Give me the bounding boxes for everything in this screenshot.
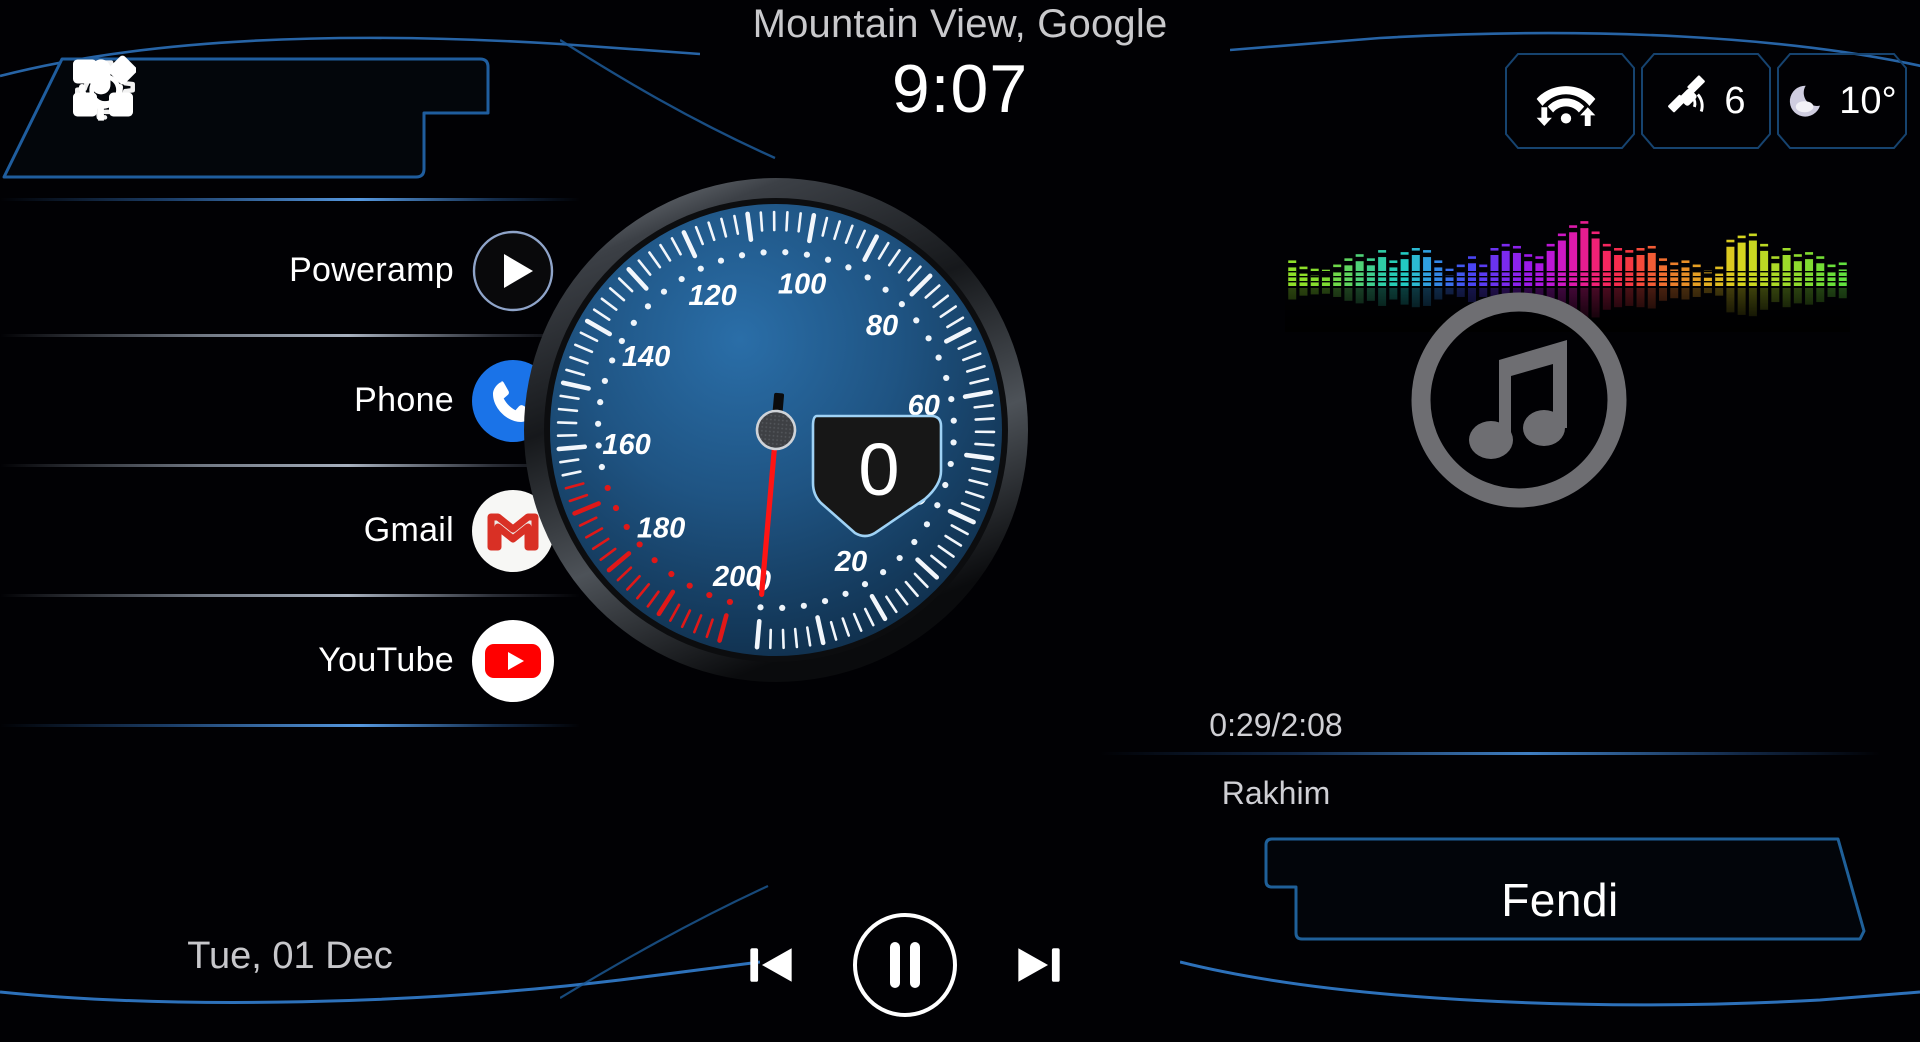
- app-label: Gmail: [363, 511, 454, 549]
- track-time-label: 0:29/2:08: [1209, 707, 1343, 743]
- app-label: YouTube: [318, 641, 454, 679]
- location-label: Mountain View, Google: [752, 2, 1168, 46]
- infotainment-screen: Mountain View, Google 9:07 6 10° Poweram…: [0, 0, 1920, 1042]
- track-artist-label: Rakhim: [1221, 775, 1331, 811]
- date-label: Tue, 01 Dec: [187, 935, 393, 977]
- album-art-placeholder[interactable]: [1407, 288, 1632, 513]
- svg-text:140: 140: [622, 341, 670, 373]
- status-cell-weather[interactable]: 10°: [1776, 52, 1908, 150]
- bottom-right-sweep-line: [1180, 960, 1920, 1030]
- list-divider: [0, 724, 580, 727]
- app-row-youtube[interactable]: YouTube: [0, 597, 580, 724]
- previous-track-button[interactable]: [740, 934, 802, 996]
- svg-text:120: 120: [688, 280, 736, 312]
- svg-text:180: 180: [637, 512, 685, 544]
- track-title-label: Fendi: [1501, 874, 1619, 926]
- music-note-icon: [1411, 292, 1627, 508]
- app-label: Poweramp: [289, 251, 454, 289]
- status-cell-wifi[interactable]: [1504, 52, 1636, 150]
- svg-text:200: 200: [712, 561, 761, 593]
- svg-text:100: 100: [778, 268, 826, 300]
- moon-icon: [1787, 77, 1831, 126]
- next-track-button[interactable]: [1008, 934, 1070, 996]
- track-divider: [1100, 752, 1880, 755]
- app-row-phone[interactable]: Phone: [0, 337, 580, 464]
- status-cell-satellite[interactable]: 6: [1640, 52, 1772, 150]
- media-controls: [740, 910, 1070, 1020]
- svg-text:160: 160: [602, 429, 650, 461]
- satellite-icon: [1666, 74, 1716, 129]
- svg-text:80: 80: [866, 310, 898, 342]
- app-row-poweramp[interactable]: Poweramp: [0, 207, 580, 334]
- satellite-count: 6: [1724, 79, 1746, 122]
- app-label: Phone: [354, 381, 454, 419]
- play-pause-button[interactable]: [851, 911, 959, 1019]
- wifi-data-icon: [1535, 72, 1597, 131]
- svg-text:20: 20: [834, 546, 867, 578]
- list-divider: [0, 198, 580, 201]
- status-bar: 6 10°: [1504, 52, 1908, 150]
- app-row-gmail[interactable]: Gmail: [0, 467, 580, 594]
- temperature-value: 10°: [1839, 79, 1897, 122]
- speedometer: 020406080100120140160180200 0: [521, 175, 1031, 685]
- track-title-panel[interactable]: Fendi: [1260, 835, 1920, 965]
- svg-text:0: 0: [858, 428, 899, 511]
- app-shortcut-list: Poweramp Phone Gmail YouTube: [0, 198, 580, 727]
